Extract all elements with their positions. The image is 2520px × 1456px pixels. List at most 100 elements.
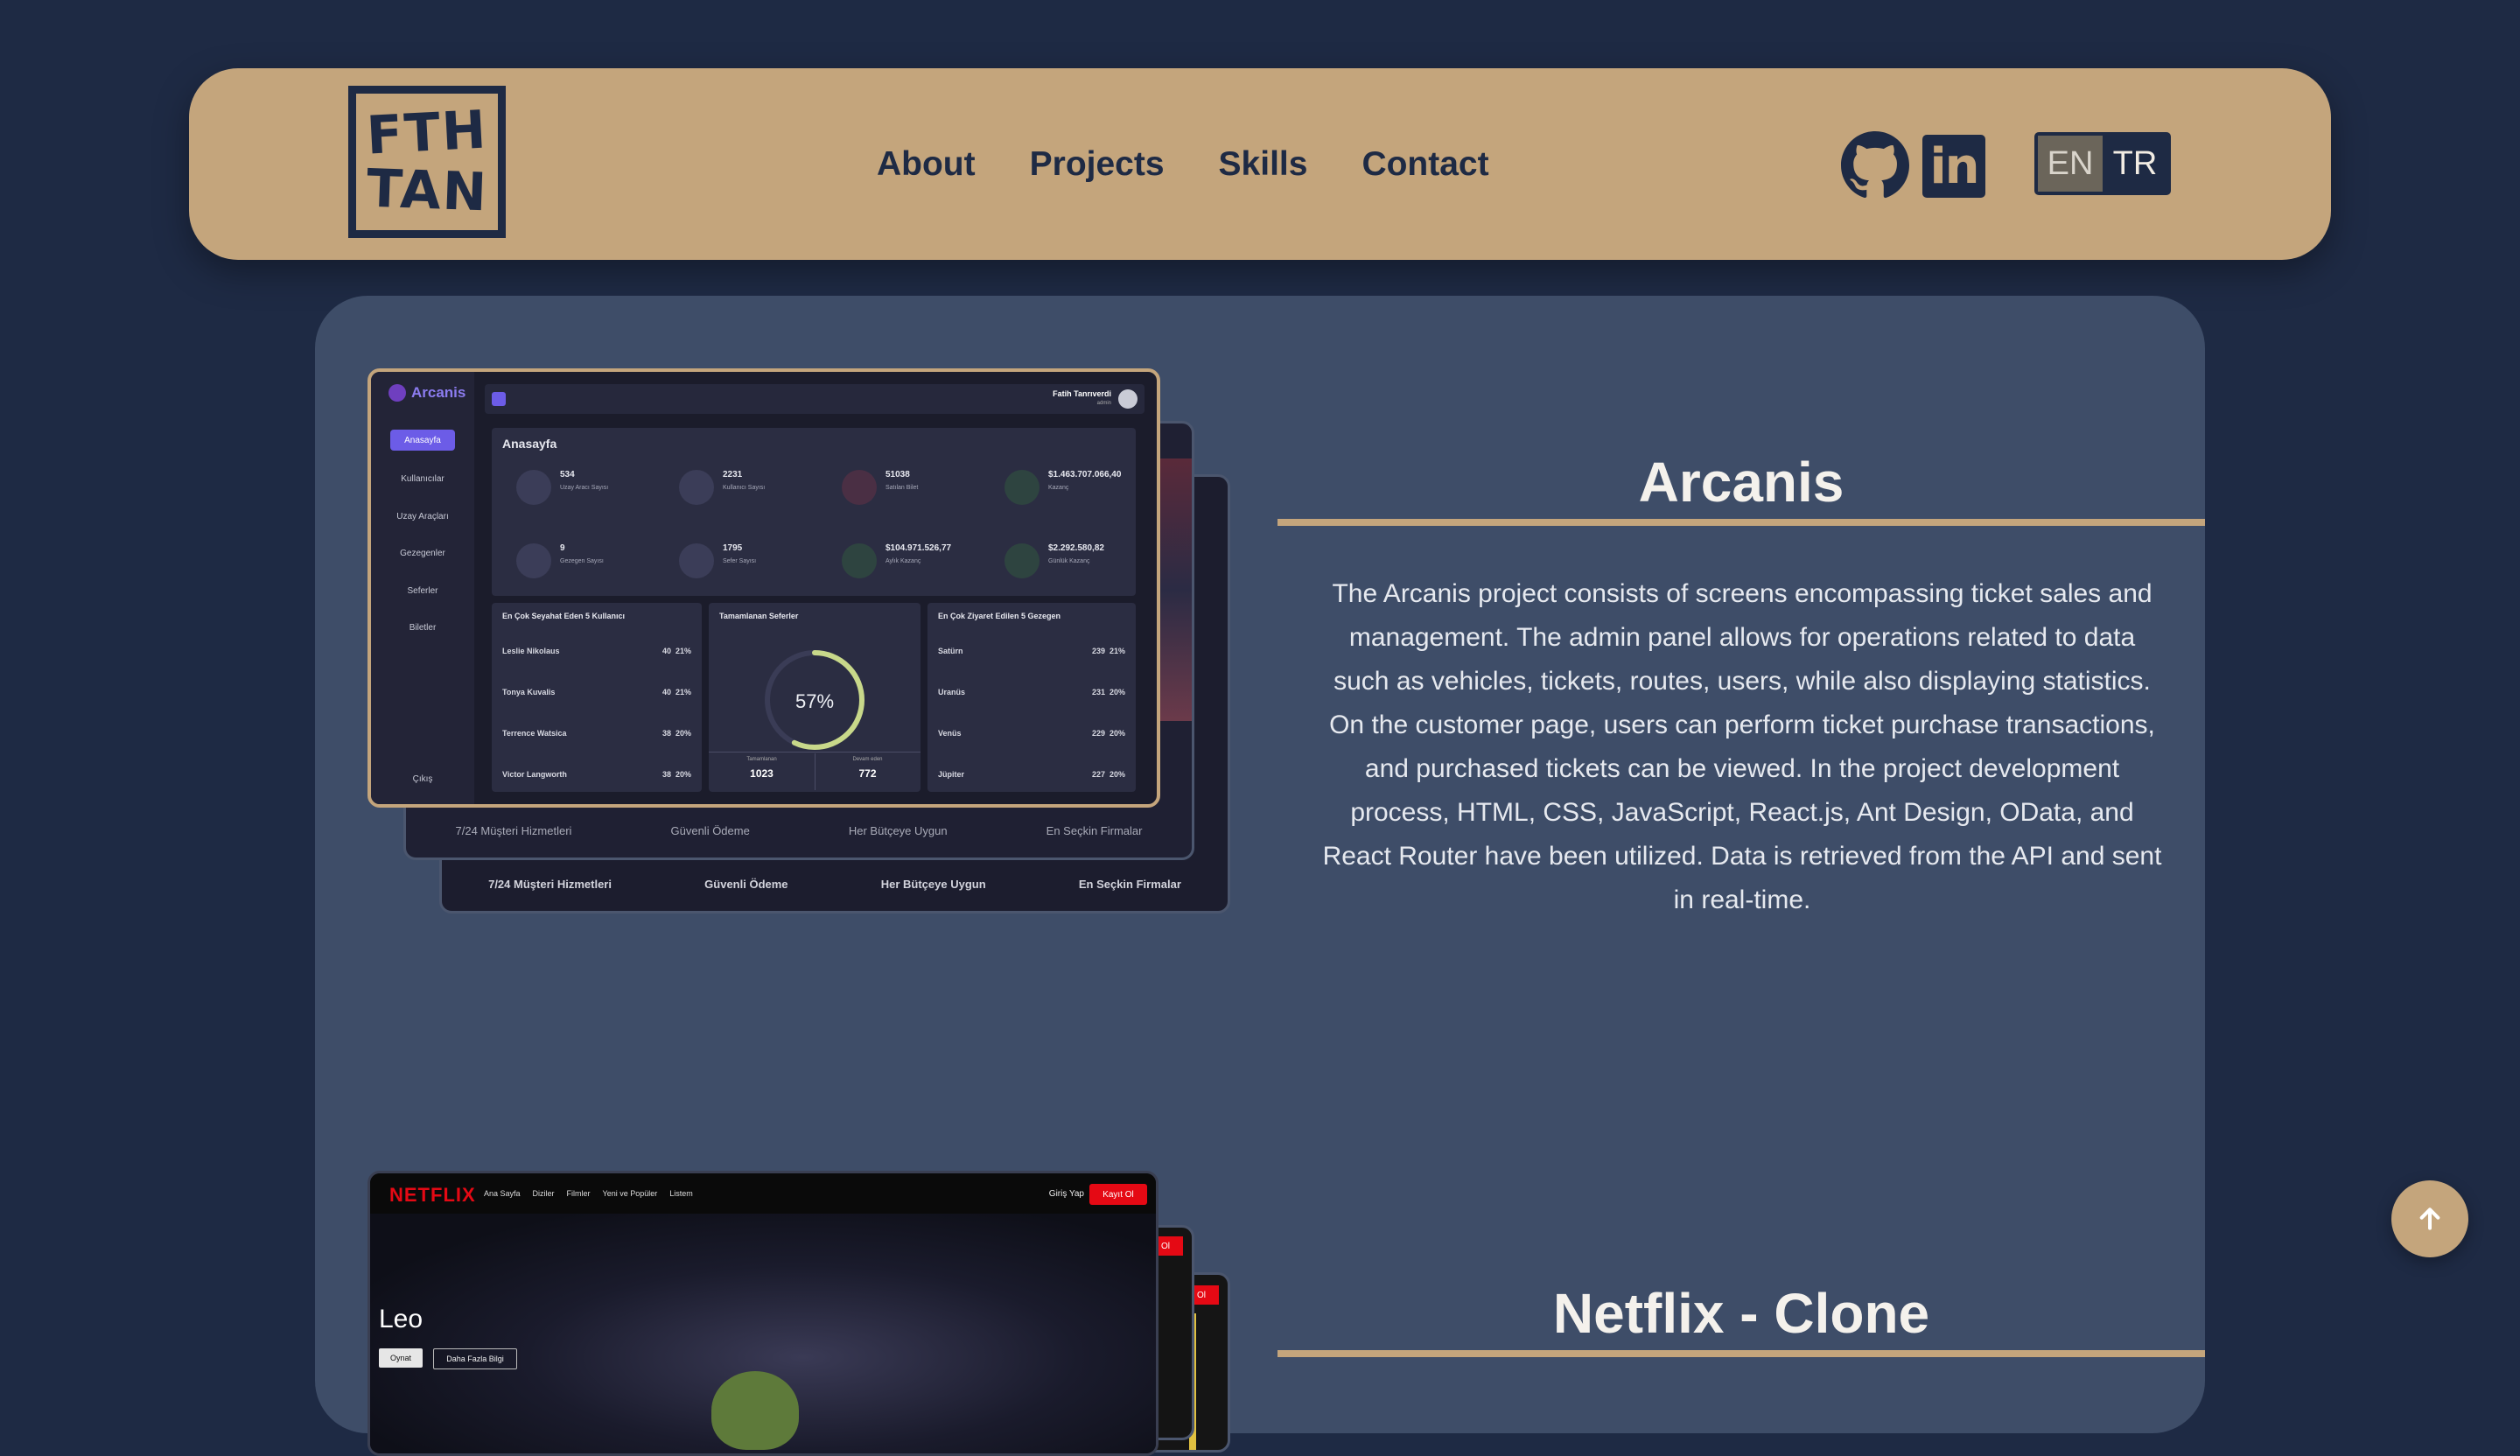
user-count: 38 xyxy=(662,729,671,738)
play-button: Oynat xyxy=(379,1348,423,1368)
completed-count: 1023 xyxy=(750,767,774,780)
user-name: Leslie Nikolaus xyxy=(502,647,560,655)
nav-contact[interactable]: Contact xyxy=(1362,145,1488,184)
nav-links: About Projects Skills Contact xyxy=(877,68,1489,260)
lang-tr-button[interactable]: TR xyxy=(2103,136,2167,192)
completed-label: Tamamlanan xyxy=(746,757,777,762)
page-title: Anasayfa xyxy=(502,437,557,451)
user-count: 38 xyxy=(662,770,671,779)
route-icon xyxy=(679,543,714,578)
user-count: 40 xyxy=(662,647,671,655)
logo-line-2: TAN xyxy=(365,158,489,224)
sidebar-logout: Çıkış xyxy=(412,774,433,784)
sidebar-item-seferler: Seferler xyxy=(407,586,438,596)
avatar xyxy=(1118,389,1138,409)
planet-count: 239 xyxy=(1091,647,1105,655)
planet-name: Jüpiter xyxy=(938,770,965,779)
list-item: Victor Langworth 38 20% xyxy=(502,770,691,779)
netflix-navbar: NETFLIX Ana Sayfa Diziler Filmler Yeni v… xyxy=(370,1173,1156,1214)
more-info-button: Daha Fazla Bilgi xyxy=(433,1348,517,1369)
stat-label: Gezegen Sayısı xyxy=(560,558,604,564)
dollar-icon xyxy=(842,543,877,578)
arrow-up-icon xyxy=(2419,1208,2440,1230)
stat-item: 534 Uzay Aracı Sayısı xyxy=(516,470,608,505)
remaining-count: 772 xyxy=(858,767,877,780)
planet-count: 231 xyxy=(1091,688,1105,696)
scroll-top-button[interactable] xyxy=(2391,1180,2468,1257)
ticket-icon xyxy=(842,470,877,505)
user-icon xyxy=(679,470,714,505)
list-item: Satürn 239 21% xyxy=(938,647,1125,655)
sidebar-item-anasayfa: Anasayfa xyxy=(390,430,455,451)
language-toggle: EN TR xyxy=(2034,132,2171,195)
projects-card: 7/24 Müşteri Hizmetleri Güvenli Ödeme He… xyxy=(315,296,2205,1456)
user-pct: 20% xyxy=(675,770,691,779)
nav-about[interactable]: About xyxy=(877,145,976,184)
sidebar-item-gezegenler: Gezegenler xyxy=(400,549,445,558)
feature-label: Güvenli Ödeme xyxy=(704,878,788,891)
list-item: Terrence Watsica 38 20% xyxy=(502,729,691,738)
title-underline xyxy=(1278,519,2205,526)
nav-projects[interactable]: Projects xyxy=(1030,145,1165,184)
stat-label: Günlük Kazanç xyxy=(1048,558,1090,564)
dollar-icon xyxy=(1004,543,1040,578)
screenshot-user-role: admin xyxy=(1096,401,1111,406)
netflix-screenshot[interactable]: NETFLIX Ana Sayfa Diziler Filmler Yeni v… xyxy=(368,1171,1158,1456)
feature-label: 7/24 Müşteri Hizmetleri xyxy=(488,878,612,891)
stat-label: Aylık Kazanç xyxy=(886,558,921,564)
stat-label: Uzay Aracı Sayısı xyxy=(560,485,609,491)
project-title: Netflix - Clone xyxy=(1552,1282,1930,1345)
stat-value: $104.971.526,77 xyxy=(886,543,952,553)
logo-line-1: FTH xyxy=(365,99,489,167)
feature-label: Her Bütçeye Uygun xyxy=(880,878,986,891)
planet-name: Venüs xyxy=(938,729,962,738)
lang-en-button[interactable]: EN xyxy=(2038,136,2103,192)
user-pct: 21% xyxy=(675,688,691,696)
project-title: Arcanis xyxy=(1638,451,1844,514)
stat-label: Kullanıcı Sayısı xyxy=(723,485,766,491)
linkedin-icon[interactable]: in xyxy=(1922,135,1985,198)
login-link: Giriş Yap xyxy=(1048,1189,1084,1199)
signup-button: Kayıt Ol xyxy=(1089,1184,1147,1205)
list-item: Leslie Nikolaus 40 21% xyxy=(502,647,691,655)
stat-value: 534 xyxy=(560,470,575,480)
stat-value: 1795 xyxy=(723,543,743,553)
stats-panel: Anasayfa 534 Uzay Aracı Sayısı 2231 Kullan… xyxy=(492,428,1136,596)
remaining-label: Devam eden xyxy=(852,757,883,762)
menu-item: Diziler xyxy=(532,1189,555,1198)
top-planets-panel: En Çok Ziyaret Edilen 5 Gezegen Satürn 23… xyxy=(928,603,1136,792)
planet-name: Satürn xyxy=(938,647,963,655)
user-count: 40 xyxy=(662,688,671,696)
planet-pct: 21% xyxy=(1109,647,1125,655)
nav-skills[interactable]: Skills xyxy=(1219,145,1308,184)
list-item: Venüs 229 20% xyxy=(938,729,1125,738)
logo[interactable]: FTH TAN xyxy=(348,86,506,238)
menu-toggle-icon xyxy=(492,392,506,406)
sidebar-item-biletler: Biletler xyxy=(409,623,437,633)
feature-label: En Seçkin Firmalar xyxy=(1046,824,1143,837)
stat-label: Kazanç xyxy=(1048,485,1069,491)
screenshot-brand: Arcanis xyxy=(388,384,466,402)
stat-value: $1.463.707.066,40 xyxy=(1048,470,1122,480)
user-name: Tonya Kuvalis xyxy=(502,688,556,696)
github-icon[interactable] xyxy=(1841,131,1909,200)
list-item: Jüpiter 227 20% xyxy=(938,770,1125,779)
brand-icon xyxy=(388,384,406,402)
stat-item: 2231 Kullanıcı Sayısı xyxy=(679,470,765,505)
list-item: Uranüs 231 20% xyxy=(938,688,1125,696)
stat-item: $1.463.707.066,40 Kazanç xyxy=(1004,470,1121,505)
netflix-logo: NETFLIX xyxy=(389,1184,476,1206)
user-name: Terrence Watsica xyxy=(502,729,567,738)
title-underline xyxy=(1278,1350,2205,1357)
completed-trips-panel: Tamamlanan Seferler 57% Tamamlanan 1023 … xyxy=(709,603,920,792)
sidebar-item-uzay-araclari: Uzay Araçları xyxy=(396,512,449,522)
stat-value: 9 xyxy=(560,543,565,553)
stat-label: Sefer Sayısı xyxy=(723,558,757,564)
arcanis-screenshot[interactable]: Arcanis Anasayfa Kullanıcılar Uzay Araçl… xyxy=(368,368,1160,808)
planet-count: 229 xyxy=(1091,729,1105,738)
top-users-panel: En Çok Seyahat Eden 5 Kullanıcı Leslie N… xyxy=(492,603,702,792)
stat-item: 1795 Sefer Sayısı xyxy=(679,543,756,578)
menu-item: Yeni ve Popüler xyxy=(602,1189,658,1198)
screenshot-topbar: Fatih Tanrıverdi admin xyxy=(485,384,1144,414)
movie-title: Leo xyxy=(379,1305,424,1334)
